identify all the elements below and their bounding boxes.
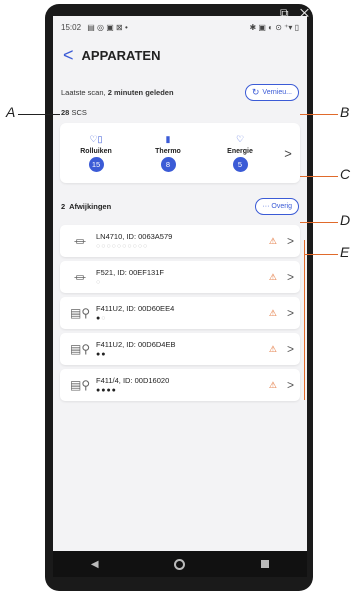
device-name: F411U2, ID: 00D6D4EB — [96, 339, 176, 349]
callout-e-bracket — [304, 240, 305, 400]
device-status-dots: ●● — [96, 351, 269, 359]
category-energie[interactable]: ♡ Energie 5 — [204, 134, 276, 172]
device-item[interactable]: ⏛ LN4710, ID: 0063A579 ○○○○○○○○○○ ⚠ > — [60, 225, 300, 257]
callout-a: A — [6, 104, 16, 120]
category-label: Rolluiken — [80, 148, 112, 155]
device-info: F521, ID: 00EF131F ○ — [96, 268, 269, 287]
other-button[interactable]: ··· Overig — [255, 197, 299, 215]
dots-on: ●● — [96, 350, 107, 358]
device-item[interactable]: ▤⚲ F411U2, ID: 00D60EE4 ●○ ⚠ > — [60, 297, 300, 329]
device-name: F411U2, ID: 00D60EE4 — [96, 303, 175, 313]
scs-count: 28 SCS — [53, 102, 307, 117]
last-scan-time: 2 minuten geleden — [107, 87, 174, 97]
dots-off: ○○○○○○○○○○ — [96, 242, 149, 250]
chevron-right-icon: > — [286, 270, 294, 284]
callout-e-line — [304, 254, 338, 255]
deviations-row: 2 Afwijkingen ··· Overig — [53, 183, 307, 217]
page-title: APPARATEN — [81, 47, 161, 63]
status-right-icons: ✱ ▣ ◐ ⊙ ⁺▾ ▯ — [249, 22, 299, 32]
refresh-icon: ↻ — [251, 86, 260, 97]
refresh-button[interactable]: ↻ Vernieu... — [244, 83, 299, 101]
deviations-count: 2 — [61, 201, 66, 211]
status-time: 15:02 — [61, 22, 82, 32]
warning-icon: ⚠ — [268, 343, 277, 354]
dots-off: ○ — [96, 278, 102, 286]
callout-c-line — [300, 176, 338, 177]
device-item[interactable]: ▤⚲ F411U2, ID: 00D6D4EB ●● ⚠ > — [60, 333, 300, 365]
device-list: ⏛ LN4710, ID: 0063A579 ○○○○○○○○○○ ⚠ > ⏛ … — [53, 217, 307, 401]
callout-c: C — [340, 166, 351, 182]
plug-icon: ⏛ — [73, 234, 86, 249]
device-info: LN4710, ID: 0063A579 ○○○○○○○○○○ — [96, 232, 269, 251]
warning-icon: ⚠ — [268, 271, 277, 282]
deviations-label: Afwijkingen — [69, 201, 112, 211]
thermometer-icon: ▮ — [165, 134, 171, 144]
chevron-right-icon: > — [286, 378, 294, 392]
plug-icon: ⏛ — [73, 270, 86, 285]
plug-icon: ♡ — [235, 134, 245, 144]
device-status-dots: ●○ — [96, 315, 269, 323]
device-name: LN4710, ID: 0063A579 — [96, 231, 173, 241]
chevron-right-icon: > — [286, 342, 294, 356]
device-status-dots: ○ — [96, 279, 269, 287]
light-icon: ▤⚲ — [70, 378, 91, 392]
category-label: Energie — [227, 148, 253, 155]
nav-recents-icon[interactable] — [261, 560, 270, 568]
nav-home-icon[interactable] — [174, 558, 186, 570]
scan-row: Laatste scan, 2 minuten geleden ↻ Vernie… — [53, 72, 307, 102]
category-count-badge: 5 — [232, 157, 248, 172]
nav-back-icon[interactable]: ◀ — [91, 559, 99, 570]
android-nav-bar: ◀ — [53, 551, 307, 577]
callout-a-line — [18, 114, 60, 115]
scs-number: 28 — [61, 108, 70, 117]
status-time-group: 15:02 ▤ ◎ ▣ ⊠ • — [61, 23, 128, 32]
category-count-badge: 15 — [88, 157, 104, 172]
device-info: F411U2, ID: 00D6D4EB ●● — [96, 340, 269, 359]
callout-d: D — [340, 212, 351, 228]
status-bar: 15:02 ▤ ◎ ▣ ⊠ • ✱ ▣ ◐ ⊙ ⁺▾ ▯ — [53, 16, 307, 38]
header: < APPARATEN — [53, 38, 307, 72]
device-info: F411/4, ID: 00D16020 ●●●● — [96, 376, 269, 395]
warning-icon: ⚠ — [268, 235, 277, 246]
shutter-icon: ♡▯ — [89, 134, 103, 144]
device-name: F411/4, ID: 00D16020 — [96, 375, 170, 385]
warning-icon: ⚠ — [268, 307, 277, 318]
back-icon[interactable]: < — [63, 46, 74, 64]
device-name: F521, ID: 00EF131F — [96, 267, 164, 277]
device-item[interactable]: ▤⚲ F411/4, ID: 00D16020 ●●●● ⚠ > — [60, 369, 300, 401]
chevron-right-icon: > — [286, 306, 294, 320]
callout-b: B — [340, 104, 350, 120]
device-status-dots: ○○○○○○○○○○ — [96, 243, 269, 251]
category-card: ♡▯ Rolluiken 15 ▮ Thermo 8 ♡ Energie 5 > — [60, 123, 300, 183]
device-info: F411U2, ID: 00D60EE4 ●○ — [96, 304, 269, 323]
status-left-icons: ▤ ◎ ▣ ⊠ • — [87, 22, 128, 32]
deviations-title: 2 Afwijkingen — [61, 202, 111, 211]
device-status-dots: ●●●● — [96, 387, 269, 395]
callout-b-line — [300, 114, 338, 115]
scs-label: SCS — [71, 108, 87, 117]
warning-icon: ⚠ — [268, 379, 277, 390]
category-label: Thermo — [155, 148, 181, 155]
category-thermo[interactable]: ▮ Thermo 8 — [132, 134, 204, 172]
callout-e: E — [340, 244, 350, 260]
dots-on: ●●●● — [96, 386, 117, 394]
refresh-label: Vernieu... — [262, 88, 292, 96]
light-icon: ▤⚲ — [70, 306, 91, 320]
device-item[interactable]: ⏛ F521, ID: 00EF131F ○ ⚠ > — [60, 261, 300, 293]
app-screen: 15:02 ▤ ◎ ▣ ⊠ • ✱ ▣ ◐ ⊙ ⁺▾ ▯ < APPARATEN… — [53, 16, 307, 551]
dots-off: ○ — [101, 314, 107, 322]
category-count-badge: 8 — [160, 157, 176, 172]
category-rolluiken[interactable]: ♡▯ Rolluiken 15 — [60, 134, 132, 172]
chevron-right-icon[interactable]: > — [276, 146, 300, 161]
last-scan-text: Laatste scan, 2 minuten geleden — [61, 88, 174, 97]
callout-d-line — [300, 222, 338, 223]
light-icon: ▤⚲ — [70, 342, 91, 356]
chevron-right-icon: > — [286, 234, 294, 248]
last-scan-prefix: Laatste scan, — [61, 87, 108, 97]
